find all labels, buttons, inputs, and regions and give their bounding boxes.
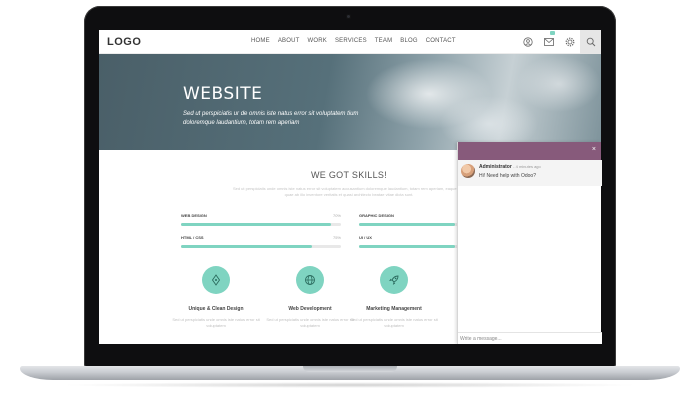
skills-description: Sed ut perspiciatis unde omnis iste natu…: [232, 186, 466, 197]
skill-html-css: HTML / CSS 75%: [181, 235, 341, 248]
menu-item-about[interactable]: ABOUT: [278, 38, 300, 44]
skill-percent: 75%: [332, 235, 341, 240]
feature-title: Web Development: [288, 306, 332, 312]
globe-icon: [296, 266, 324, 294]
user-icon[interactable]: [517, 30, 538, 54]
avatar: [461, 164, 475, 178]
skill-bar-fill: [359, 223, 455, 226]
mail-icon[interactable]: [538, 30, 559, 54]
hero-banner: WEBSITE Sed ut perspiciatis ur de omnis …: [99, 54, 601, 150]
site-logo[interactable]: LOGO: [107, 36, 141, 48]
feature-development: Web Development Sed ut perspiciatis unde…: [265, 266, 355, 329]
skill-web-design: WEB DESIGN 70%: [181, 213, 341, 226]
gear-icon[interactable]: [559, 30, 580, 54]
laptop-notch: [303, 366, 397, 372]
feature-marketing: Marketing Management Sed ut perspiciatis…: [349, 266, 439, 329]
chat-message-text: Hi! Need help with Odoo?: [479, 173, 536, 179]
skill-bar-fill: [181, 245, 313, 248]
skill-label: WEB DESIGN: [181, 213, 207, 218]
navbar-icons: [517, 30, 601, 54]
skill-label: HTML / CSS: [181, 235, 204, 240]
chat-author-name: Administrator: [479, 164, 512, 170]
skill-bar-fill: [181, 223, 332, 226]
webcam: [346, 14, 351, 19]
skill-bar-fill: [359, 245, 455, 248]
navbar: LOGO HOME ABOUT WORK SERVICES TEAM BLOG …: [99, 30, 601, 54]
chat-message-input[interactable]: Write a message...: [458, 332, 602, 344]
chat-author: Administrator - 4 minutes ago: [479, 164, 541, 170]
live-chat-window: × Administrator - 4 minutes ago Hi! Need…: [457, 142, 602, 344]
main-menu: HOME ABOUT WORK SERVICES TEAM BLOG CONTA…: [251, 38, 456, 44]
menu-item-services[interactable]: SERVICES: [335, 38, 367, 44]
notification-badge: [550, 31, 555, 35]
laptop-shadow: [60, 382, 640, 388]
menu-item-team[interactable]: TEAM: [375, 38, 392, 44]
skill-bar-track: [181, 245, 341, 248]
search-icon[interactable]: [580, 30, 601, 54]
menu-item-contact[interactable]: CONTACT: [426, 38, 456, 44]
feature-title: Unique & Clean Design: [188, 306, 244, 312]
skill-percent: 70%: [332, 213, 341, 218]
rocket-icon: [380, 266, 408, 294]
feature-text: Sed ut perspiciatis unde omnis iste natu…: [350, 317, 438, 328]
feature-text: Sed ut perspiciatis unde omnis iste natu…: [172, 317, 260, 328]
close-icon[interactable]: ×: [592, 146, 596, 153]
chat-timestamp: - 4 minutes ago: [513, 164, 541, 169]
feature-text: Sed ut perspiciatis unde omnis iste natu…: [266, 317, 354, 328]
pen-nib-icon: [202, 266, 230, 294]
menu-item-home[interactable]: HOME: [251, 38, 270, 44]
menu-item-blog[interactable]: BLOG: [400, 38, 417, 44]
feature-title: Marketing Management: [366, 306, 422, 312]
hero-title: WEBSITE: [183, 84, 263, 104]
chat-message: Administrator - 4 minutes ago Hi! Need h…: [458, 160, 602, 186]
chat-header[interactable]: ×: [458, 142, 601, 160]
menu-item-work[interactable]: WORK: [307, 38, 326, 44]
skill-bar-track: [181, 223, 341, 226]
hero-subtitle: Sed ut perspiciatis ur de omnis iste nat…: [183, 111, 359, 126]
feature-design: Unique & Clean Design Sed ut perspiciati…: [171, 266, 261, 329]
